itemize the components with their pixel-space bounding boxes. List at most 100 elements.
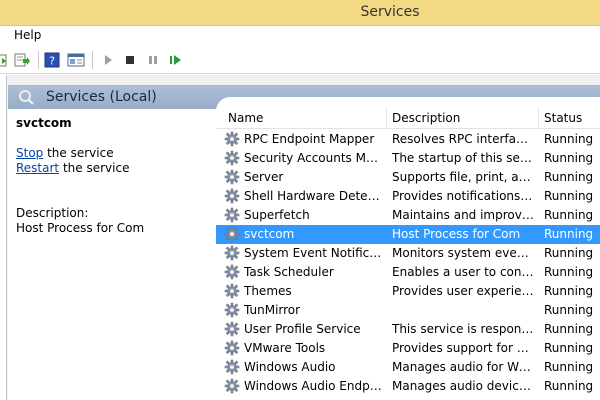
service-gear-icon bbox=[224, 207, 240, 223]
service-row[interactable]: RPC Endpoint Mapper Resolves RPC interfac… bbox=[216, 130, 600, 149]
service-row[interactable]: Superfetch Maintains and improves ... Runn… bbox=[216, 206, 600, 225]
service-row[interactable]: User Profile Service This service is resp… bbox=[216, 320, 600, 339]
service-status-cell: Running bbox=[544, 246, 594, 260]
column-header-status[interactable]: Status bbox=[544, 111, 582, 125]
service-status-cell: Running bbox=[544, 189, 594, 203]
service-description-cell: Resolves RPC interfaces i... bbox=[392, 132, 534, 146]
restart-suffix: the service bbox=[59, 161, 130, 175]
service-description-cell: Provides user experience... bbox=[392, 284, 534, 298]
service-gear-icon bbox=[224, 169, 240, 185]
service-gear-icon bbox=[224, 264, 240, 280]
service-status-cell: Running bbox=[544, 208, 594, 222]
stop-suffix: the service bbox=[43, 146, 114, 160]
service-name-cell: RPC Endpoint Mapper bbox=[244, 132, 375, 146]
service-name-cell: Superfetch bbox=[244, 208, 310, 222]
service-row[interactable]: svctcom Host Process for Com Running bbox=[216, 225, 600, 244]
service-description-cell: Maintains and improves ... bbox=[392, 208, 534, 222]
service-row[interactable]: Shell Hardware Detection Provides notific… bbox=[216, 187, 600, 206]
service-row[interactable]: Windows Audio Manages audio for Wind... Ru… bbox=[216, 358, 600, 377]
menu-help[interactable]: Help bbox=[14, 28, 41, 42]
description-text: Host Process for Com bbox=[16, 221, 145, 235]
service-row[interactable]: TunMirror Running bbox=[216, 301, 600, 320]
pane-title: Services (Local) bbox=[46, 89, 157, 105]
svg-text:?: ? bbox=[49, 55, 55, 68]
description-label: Description: bbox=[16, 206, 89, 220]
service-name-cell: TunMirror bbox=[244, 303, 301, 317]
service-status-cell: Running bbox=[544, 360, 594, 374]
service-description-cell: The startup of this servic... bbox=[392, 151, 534, 165]
service-status-cell: Running bbox=[544, 284, 594, 298]
service-status-cell: Running bbox=[544, 151, 594, 165]
service-description-cell: This service is responsibl... bbox=[392, 322, 534, 336]
service-status-cell: Running bbox=[544, 379, 594, 393]
console-tree-strip bbox=[0, 75, 7, 400]
service-gear-icon bbox=[224, 226, 240, 242]
service-name-cell: Themes bbox=[244, 284, 292, 298]
service-status-cell: Running bbox=[544, 341, 594, 355]
service-row[interactable]: Task Scheduler Enables a user to config..… bbox=[216, 263, 600, 282]
service-gear-icon bbox=[224, 340, 240, 356]
service-gear-icon bbox=[224, 302, 240, 318]
stop-action: Stop the service bbox=[16, 146, 114, 160]
column-header-name[interactable]: Name bbox=[228, 111, 263, 125]
menu-bar: Help bbox=[0, 26, 600, 46]
service-row[interactable]: Server Supports file, print, and ... Runni… bbox=[216, 168, 600, 187]
title-bar: Services bbox=[0, 0, 600, 26]
properties-icon[interactable] bbox=[66, 50, 86, 70]
service-row[interactable]: VMware Tools Provides support for syn... R… bbox=[216, 339, 600, 358]
service-description-cell: Manages audio devices f... bbox=[392, 379, 534, 393]
column-header-row: Name Description Status bbox=[216, 107, 600, 129]
service-status-cell: Running bbox=[544, 303, 594, 317]
service-row[interactable]: Windows Audio Endpoin... Manages audio de… bbox=[216, 377, 600, 396]
selected-service-name: svctcom bbox=[16, 116, 72, 130]
service-description-cell: Monitors system events ... bbox=[392, 246, 534, 260]
start-service-icon[interactable] bbox=[98, 50, 118, 70]
stop-service-icon[interactable] bbox=[120, 50, 140, 70]
magnifier-gear-icon bbox=[18, 89, 36, 108]
restart-link[interactable]: Restart bbox=[16, 161, 59, 175]
service-row[interactable]: System Event Notificatio... Monitors syst… bbox=[216, 244, 600, 263]
restart-action: Restart the service bbox=[16, 161, 129, 175]
window-title: Services bbox=[360, 4, 420, 20]
service-description-cell: Provides support for syn... bbox=[392, 341, 534, 355]
service-gear-icon bbox=[224, 245, 240, 261]
service-gear-icon bbox=[224, 131, 240, 147]
stop-link[interactable]: Stop bbox=[16, 146, 43, 160]
service-detail: svctcom Stop the service Restart the ser… bbox=[8, 109, 216, 400]
refresh-icon[interactable] bbox=[0, 50, 12, 70]
help-icon[interactable]: ? bbox=[42, 50, 62, 70]
service-row[interactable]: Themes Provides user experience... Running bbox=[216, 282, 600, 301]
service-name-cell: Task Scheduler bbox=[244, 265, 334, 279]
service-gear-icon bbox=[224, 378, 240, 394]
service-gear-icon bbox=[224, 321, 240, 337]
service-description-cell: Supports file, print, and ... bbox=[392, 170, 534, 184]
service-name-cell: User Profile Service bbox=[244, 322, 361, 336]
service-description-cell: Enables a user to config... bbox=[392, 265, 534, 279]
service-status-cell: Running bbox=[544, 170, 594, 184]
export-list-icon[interactable] bbox=[12, 50, 32, 70]
service-gear-icon bbox=[224, 150, 240, 166]
pause-service-icon[interactable] bbox=[143, 50, 163, 70]
service-gear-icon bbox=[224, 283, 240, 299]
service-name-cell: Server bbox=[244, 170, 284, 184]
service-status-cell: Running bbox=[544, 265, 594, 279]
column-header-description[interactable]: Description bbox=[392, 111, 460, 125]
toolbar: ? bbox=[0, 46, 600, 74]
services-list: Name Description Status RPC Endpoint Map… bbox=[216, 97, 600, 400]
service-name-cell: VMware Tools bbox=[244, 341, 326, 355]
service-name-cell: Security Accounts Mana... bbox=[244, 151, 384, 165]
service-row[interactable]: Security Accounts Mana... The startup of … bbox=[216, 149, 600, 168]
service-description-cell: Provides notifications fo... bbox=[392, 189, 534, 203]
service-name-cell: System Event Notificatio... bbox=[244, 246, 384, 260]
service-status-cell: Running bbox=[544, 132, 594, 146]
service-gear-icon bbox=[224, 359, 240, 375]
service-name-cell: Windows Audio bbox=[244, 360, 336, 374]
service-name-cell: svctcom bbox=[244, 227, 295, 241]
restart-service-icon[interactable] bbox=[166, 50, 186, 70]
service-description-cell: Manages audio for Wind... bbox=[392, 360, 534, 374]
service-gear-icon bbox=[224, 188, 240, 204]
service-name-cell: Windows Audio Endpoin... bbox=[244, 379, 384, 393]
service-status-cell: Running bbox=[544, 227, 594, 241]
service-description-cell: Host Process for Com bbox=[392, 227, 521, 241]
service-name-cell: Shell Hardware Detection bbox=[244, 189, 384, 203]
